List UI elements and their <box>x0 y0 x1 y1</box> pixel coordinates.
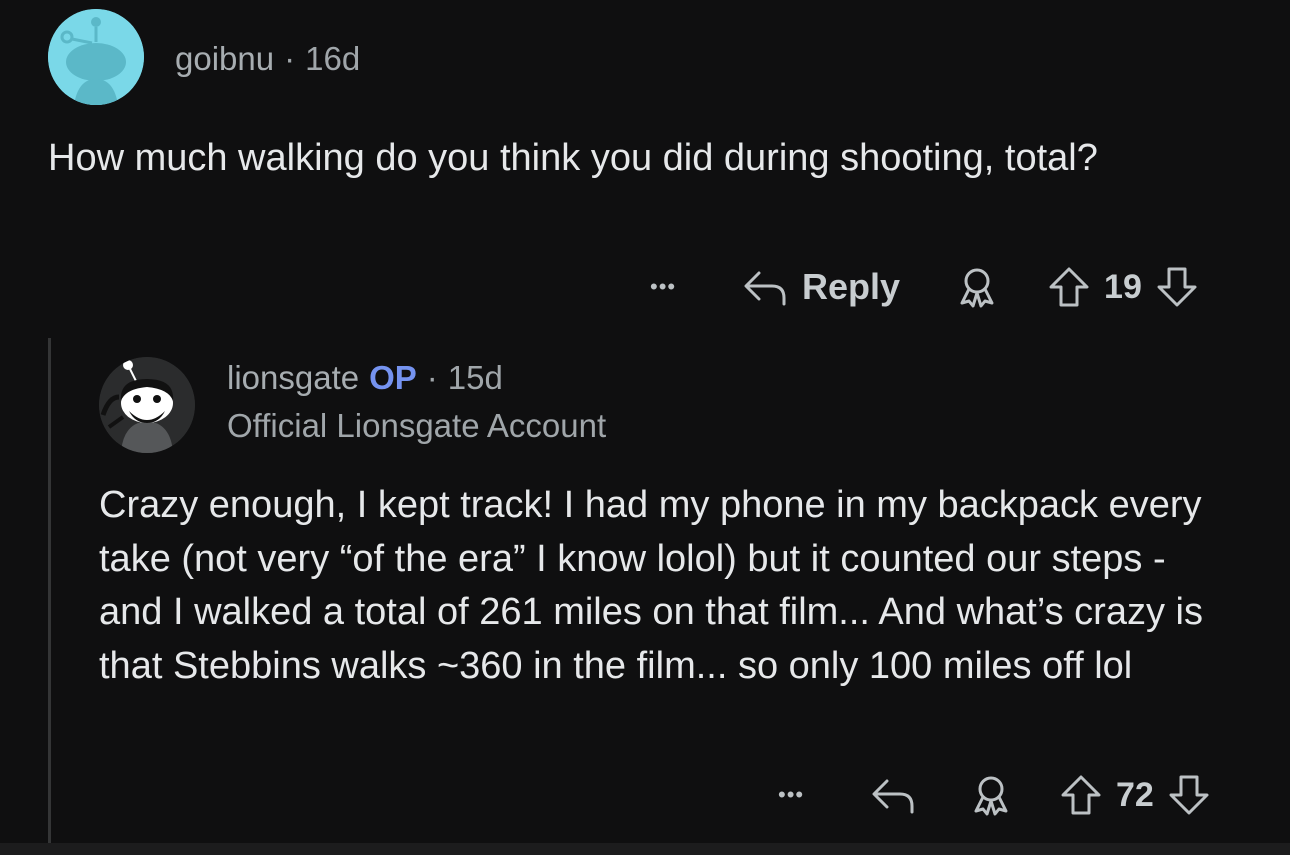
award-icon <box>954 265 1000 309</box>
username[interactable]: lionsgate <box>227 359 359 396</box>
more-icon: ••• <box>650 274 677 299</box>
comment-meta: goibnu · 16d <box>175 40 360 78</box>
award-icon <box>968 773 1014 817</box>
vote-controls: 19 <box>1046 265 1200 309</box>
more-icon: ••• <box>778 782 805 807</box>
reply-button[interactable] <box>870 775 916 815</box>
downvote-icon[interactable] <box>1154 265 1200 309</box>
upvote-icon[interactable] <box>1058 773 1104 817</box>
separator-dot: · <box>426 359 438 396</box>
award-button[interactable] <box>968 773 1014 817</box>
user-flair: Official Lionsgate Account <box>227 407 607 444</box>
separator-dot: · <box>284 40 296 77</box>
lionsgate-avatar-icon[interactable] <box>99 357 195 453</box>
comment-body: How much walking do you think you did du… <box>48 137 1098 179</box>
username[interactable]: goibnu <box>175 40 274 77</box>
downvote-icon[interactable] <box>1166 773 1212 817</box>
reply-icon <box>742 267 788 307</box>
vote-controls: 72 <box>1058 773 1212 817</box>
reply-label: Reply <box>802 266 901 307</box>
comment-meta: lionsgate OP · 15d <box>227 359 503 397</box>
more-button[interactable]: ••• <box>650 274 690 300</box>
award-button[interactable] <box>954 265 1000 309</box>
snoo-avatar-icon[interactable] <box>48 9 144 105</box>
upvote-icon[interactable] <box>1046 265 1092 309</box>
comment-body: Crazy enough, I kept track! I had my pho… <box>99 484 1203 687</box>
bottom-bar <box>0 843 1290 855</box>
vote-score: 19 <box>1104 267 1142 306</box>
comment-actions: ••• 72 <box>778 770 1212 820</box>
vote-score: 72 <box>1116 775 1154 814</box>
reply-button[interactable]: Reply <box>742 266 900 308</box>
more-button[interactable]: ••• <box>778 782 818 808</box>
comment-actions: ••• Reply 19 <box>650 262 1200 312</box>
comment-age: 15d <box>447 359 503 396</box>
thread-line[interactable] <box>48 338 51 843</box>
op-badge: OP <box>369 359 417 396</box>
reply-icon <box>870 775 916 815</box>
comment-age: 16d <box>305 40 361 77</box>
